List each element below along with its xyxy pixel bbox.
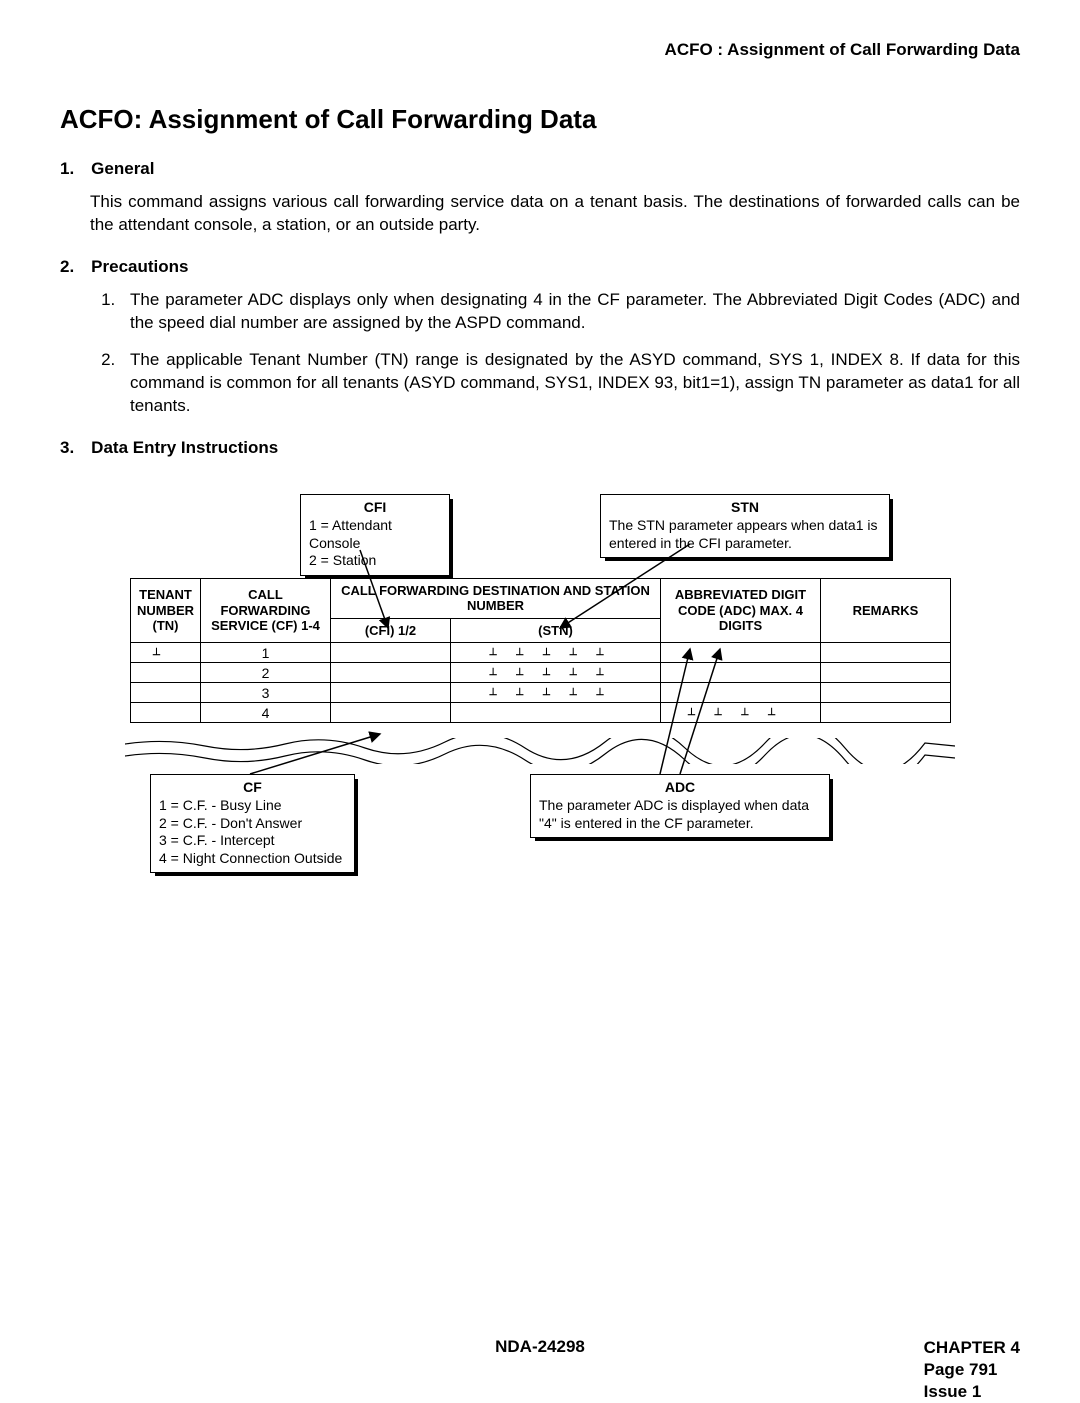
- cell-adc: [661, 683, 821, 703]
- cell-cf: 1: [201, 643, 331, 663]
- cell-cfi: [331, 643, 451, 663]
- callout-adc-title: ADC: [539, 779, 821, 797]
- cell-stn: ⊥⊥⊥⊥⊥: [451, 683, 661, 703]
- cell-remarks: [821, 703, 951, 723]
- callout-cfi-title: CFI: [309, 499, 441, 517]
- data-entry-diagram: CFI 1 = Attendant Console 2 = Station ST…: [130, 494, 950, 874]
- cell-cf: 3: [201, 683, 331, 703]
- callout-cf: CF 1 = C.F. - Busy Line 2 = C.F. - Don't…: [150, 774, 355, 874]
- section-precautions-heading: 2. Precautions: [60, 257, 1020, 277]
- table-row: ⊥ 1 ⊥⊥⊥⊥⊥: [131, 643, 951, 663]
- section-dataentry-heading: 3. Data Entry Instructions: [60, 438, 1020, 458]
- cell-remarks: [821, 643, 951, 663]
- cell-cf: 4: [201, 703, 331, 723]
- parameter-table: TENANT NUMBER (TN) CALL FORWARDING SERVI…: [130, 578, 951, 724]
- callout-adc-line: The parameter ADC is displayed when data…: [539, 797, 821, 832]
- cell-remarks: [821, 683, 951, 703]
- callout-cf-line: 4 = Night Connection Outside: [159, 850, 346, 868]
- page-title: ACFO: Assignment of Call Forwarding Data: [60, 104, 1020, 135]
- precautions-list: The parameter ADC displays only when des…: [60, 289, 1020, 418]
- cell-stn: [451, 703, 661, 723]
- th-cf: CALL FORWARDING SERVICE (CF) 1-4: [201, 578, 331, 643]
- page-container: ACFO : Assignment of Call Forwarding Dat…: [0, 0, 1080, 1397]
- callout-stn-line: The STN parameter appears when data1 is …: [609, 517, 881, 552]
- cell-tn: ⊥: [131, 643, 201, 663]
- callout-cfi-line: 1 = Attendant Console: [309, 517, 441, 552]
- callout-cf-line: 3 = C.F. - Intercept: [159, 832, 346, 850]
- footer-page: Page 791: [924, 1359, 1020, 1381]
- table-row: 4 ⊥⊥⊥⊥: [131, 703, 951, 723]
- cell-adc: [661, 643, 821, 663]
- cell-stn: ⊥⊥⊥⊥⊥: [451, 663, 661, 683]
- table-row: 2 ⊥⊥⊥⊥⊥: [131, 663, 951, 683]
- cell-remarks: [821, 663, 951, 683]
- callout-cfi-line: 2 = Station: [309, 552, 441, 570]
- callout-stn-title: STN: [609, 499, 881, 517]
- precaution-item: The applicable Tenant Number (TN) range …: [120, 349, 1020, 418]
- torn-edge-icon: [125, 738, 955, 764]
- section-general-heading: 1. General: [60, 159, 1020, 179]
- th-dest-group: CALL FORWARDING DESTINATION AND STATION …: [331, 578, 661, 618]
- th-remarks: REMARKS: [821, 578, 951, 643]
- cell-stn: ⊥⊥⊥⊥⊥: [451, 643, 661, 663]
- cell-cfi: [331, 663, 451, 683]
- cell-tn: [131, 703, 201, 723]
- footer-chapter: CHAPTER 4: [924, 1337, 1020, 1359]
- th-stn: (STN): [451, 618, 661, 643]
- precaution-item: The parameter ADC displays only when des…: [120, 289, 1020, 335]
- callout-cf-title: CF: [159, 779, 346, 797]
- cell-cfi: [331, 683, 451, 703]
- callout-cfi: CFI 1 = Attendant Console 2 = Station: [300, 494, 450, 576]
- cell-adc: [661, 663, 821, 683]
- section-general-body: This command assigns various call forwar…: [90, 191, 1020, 237]
- th-adc: ABBREVIATED DIGIT CODE (ADC) MAX. 4 DIGI…: [661, 578, 821, 643]
- cell-tn: [131, 663, 201, 683]
- cell-tn: [131, 683, 201, 703]
- th-tn: TENANT NUMBER (TN): [131, 578, 201, 643]
- footer-issue: Issue 1: [924, 1381, 1020, 1403]
- running-header: ACFO : Assignment of Call Forwarding Dat…: [60, 40, 1020, 60]
- callout-cf-line: 1 = C.F. - Busy Line: [159, 797, 346, 815]
- th-cfi: (CFI) 1/2: [331, 618, 451, 643]
- footer-doc-number: NDA-24298: [60, 1337, 1020, 1357]
- cell-cfi: [331, 703, 451, 723]
- cell-cf: 2: [201, 663, 331, 683]
- callout-adc: ADC The parameter ADC is displayed when …: [530, 774, 830, 839]
- callout-stn: STN The STN parameter appears when data1…: [600, 494, 890, 559]
- table-row: 3 ⊥⊥⊥⊥⊥: [131, 683, 951, 703]
- cell-adc: ⊥⊥⊥⊥: [661, 703, 821, 723]
- callout-cf-line: 2 = C.F. - Don't Answer: [159, 815, 346, 833]
